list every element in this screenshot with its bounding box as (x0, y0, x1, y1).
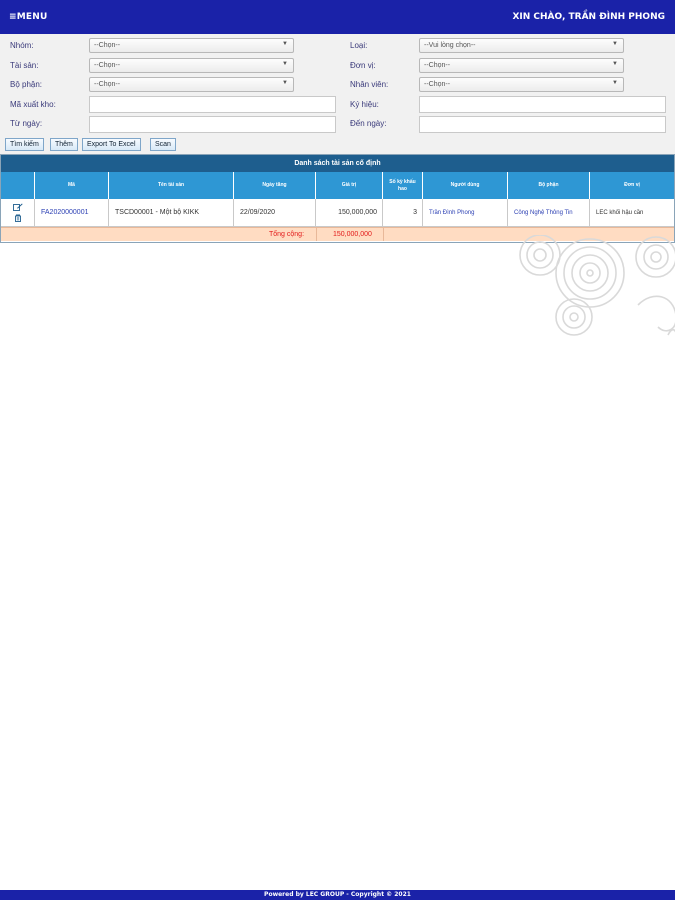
dropdown-arrow-icon: ▼ (282, 61, 288, 67)
scan-button[interactable]: Scan (150, 138, 176, 151)
value-cell: 150,000,000 (316, 199, 383, 227)
from-date-label: Từ ngày: (10, 119, 43, 128)
unit-cell: LEC khối hậu cần (590, 199, 674, 227)
filter-panel: Nhóm: --Chọn-- ▼ Tài sản: --Chọn-- ▼ Bộ … (0, 34, 675, 154)
group-select[interactable]: --Chọn-- ▼ (89, 38, 294, 53)
periods-cell: 3 (383, 199, 423, 227)
dropdown-arrow-icon: ▼ (612, 80, 618, 86)
column-header-code[interactable]: Mã (35, 172, 109, 199)
department-select[interactable]: --Chọn-- ▼ (89, 77, 294, 92)
export-code-label: Mã xuất kho: (10, 100, 56, 109)
total-divider (383, 228, 384, 241)
department-label: Bộ phận: (10, 80, 43, 89)
type-label: Loại: (350, 41, 368, 50)
department-cell[interactable]: Công Nghệ Thông Tin (508, 199, 590, 227)
unit-select-value: --Chọn-- (424, 62, 451, 69)
employee-select-value: --Chọn-- (424, 81, 451, 88)
asset-code-link[interactable]: FA2020000001 (35, 199, 109, 227)
top-bar: ≡MENU XIN CHÀO, TRẦN ĐÌNH PHONG (0, 0, 675, 34)
asset-label: Tài sản: (10, 61, 39, 70)
total-label: Tổng cộng: (269, 231, 305, 238)
grid-title: Danh sách tài sản cố định (1, 155, 674, 172)
footer: Powered by LEC GROUP - Copyright © 2021 (0, 890, 675, 900)
export-excel-button[interactable]: Export To Excel (82, 138, 141, 151)
symbol-input[interactable] (419, 96, 666, 113)
employee-select[interactable]: --Chọn-- ▼ (419, 77, 624, 92)
add-button[interactable]: Thêm (50, 138, 78, 151)
total-divider (316, 228, 317, 241)
dropdown-arrow-icon: ▼ (282, 41, 288, 47)
user-cell[interactable]: Trần Đình Phong (423, 199, 508, 227)
group-label: Nhóm: (10, 41, 34, 50)
unit-label: Đơn vị: (350, 61, 376, 70)
user-greeting: XIN CHÀO, TRẦN ĐÌNH PHONG (512, 12, 665, 22)
asset-select-value: --Chọn-- (94, 62, 121, 69)
asset-select[interactable]: --Chọn-- ▼ (89, 58, 294, 73)
menu-button[interactable]: ≡MENU (9, 12, 48, 22)
trash-icon[interactable] (13, 214, 23, 222)
type-select-value: --Vui lòng chọn-- (424, 42, 476, 49)
column-header-date[interactable]: Ngày tăng (234, 172, 316, 199)
to-date-input[interactable] (419, 116, 666, 133)
asset-name-cell: TSCD00001 - Một bộ KIKK (109, 199, 234, 227)
export-code-input[interactable] (89, 96, 336, 113)
edit-icon[interactable] (12, 203, 23, 211)
total-value: 150,000,000 (333, 231, 372, 238)
dropdown-arrow-icon: ▼ (612, 61, 618, 67)
dropdown-arrow-icon: ▼ (282, 80, 288, 86)
column-header-periods[interactable]: Số kỳ khấu hao (383, 172, 423, 199)
swirl-decoration (519, 235, 675, 336)
department-select-value: --Chọn-- (94, 81, 121, 88)
column-header-value[interactable]: Giá trị (316, 172, 383, 199)
dropdown-arrow-icon: ▼ (612, 41, 618, 47)
column-header-user[interactable]: Người dùng (423, 172, 508, 199)
column-header-unit[interactable]: Đơn vị (590, 172, 674, 199)
column-header-name[interactable]: Tên tài sản (109, 172, 234, 199)
employee-label: Nhân viên: (350, 80, 389, 89)
column-header-actions (1, 172, 35, 199)
search-button[interactable]: Tìm kiếm (5, 138, 44, 151)
group-select-value: --Chọn-- (94, 42, 121, 49)
row-actions (1, 199, 35, 227)
column-header-department[interactable]: Bộ phận (508, 172, 590, 199)
symbol-label: Ký hiệu: (350, 100, 379, 109)
unit-select[interactable]: --Chọn-- ▼ (419, 58, 624, 73)
to-date-label: Đến ngày: (350, 119, 387, 128)
increase-date-cell: 22/09/2020 (234, 199, 316, 227)
type-select[interactable]: --Vui lòng chọn-- ▼ (419, 38, 624, 53)
from-date-input[interactable] (89, 116, 336, 133)
